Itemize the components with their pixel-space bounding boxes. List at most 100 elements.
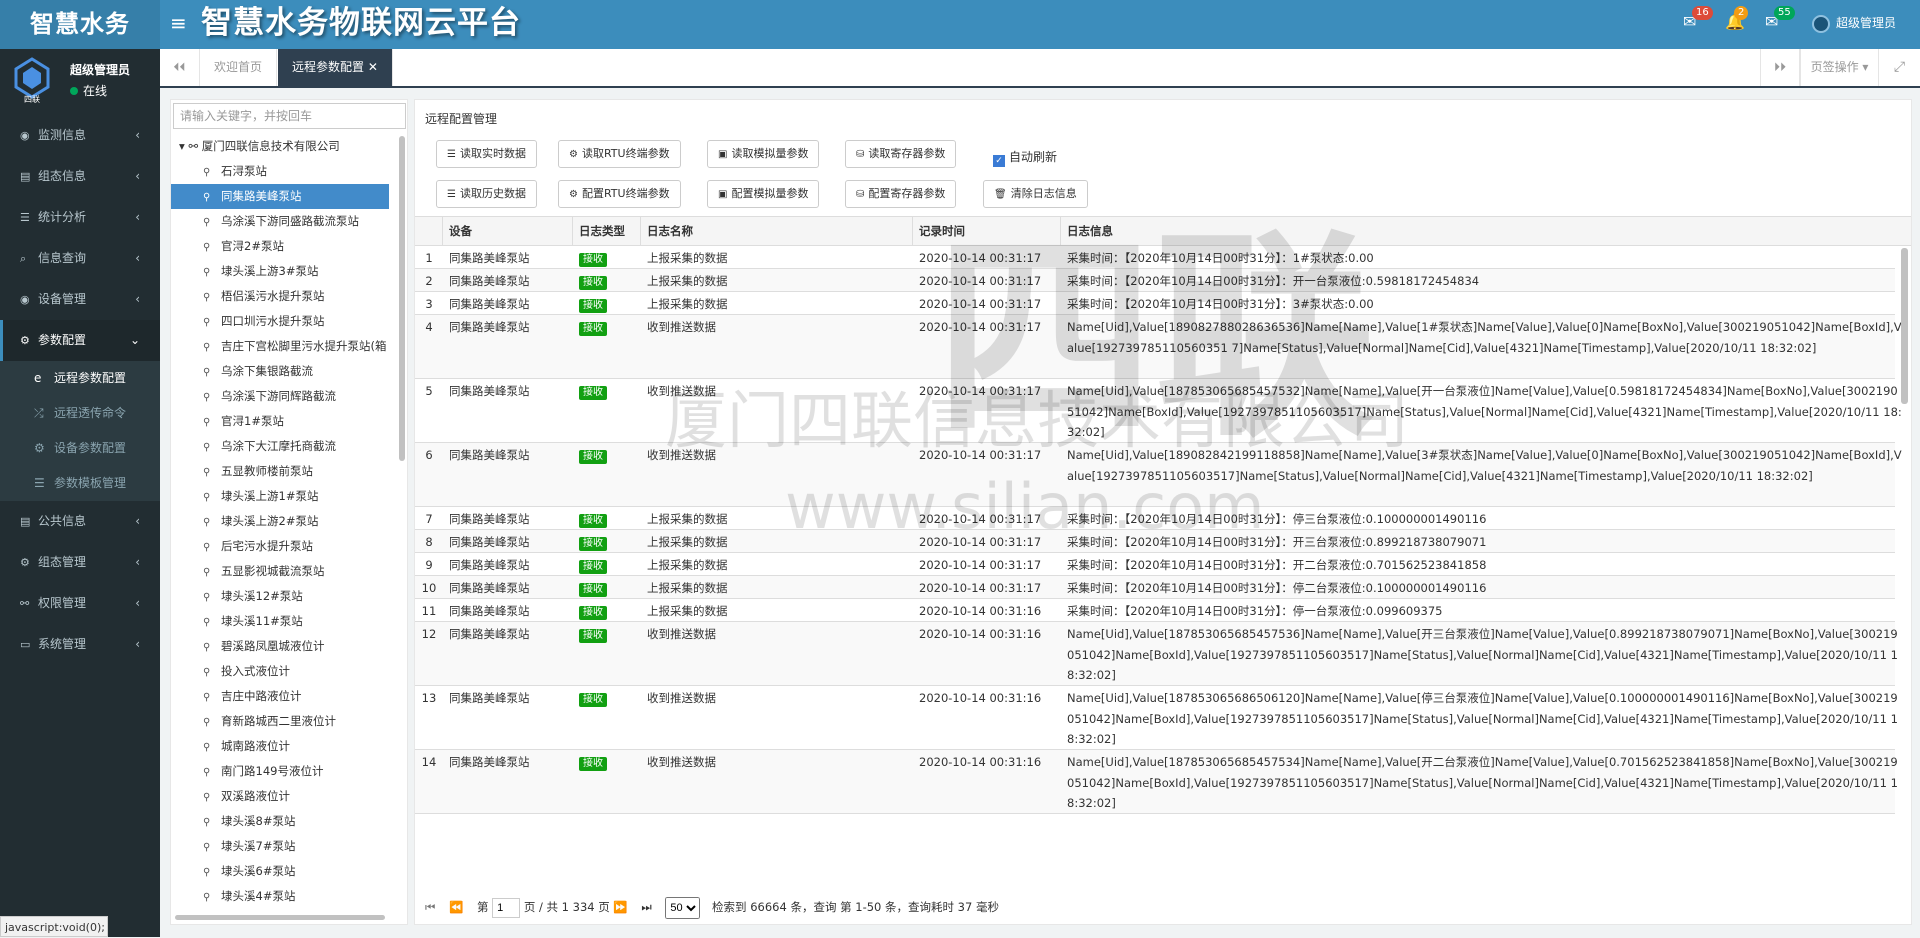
tree-leaf[interactable]: ⚲ 后宅污水提升泵站 bbox=[171, 534, 405, 559]
tree-root[interactable]: ▾ ⚯ 厦门四联信息技术有限公司 bbox=[171, 134, 405, 159]
tree-leaf[interactable]: ⚲ 同集路美峰泵站 bbox=[171, 184, 389, 209]
tree-leaf[interactable]: ⚲ 埭头溪上游1#泵站 bbox=[171, 484, 405, 509]
submenu-param-template[interactable]: ☰ 参数模板管理 bbox=[0, 466, 160, 501]
menu-statistics[interactable]: ☰ 统计分析 ‹ bbox=[0, 197, 160, 238]
tab-scroll-left-icon[interactable]: ⏴⏴ bbox=[160, 49, 200, 86]
tree-leaf[interactable]: ⚲ 埭头溪12#泵站 bbox=[171, 584, 405, 609]
tree-leaf[interactable]: ⚲ 双溪路液位计 bbox=[171, 784, 405, 809]
close-icon[interactable]: ✕ bbox=[368, 60, 378, 74]
collapse-icon[interactable]: ▾ bbox=[179, 139, 185, 153]
table-row[interactable]: 5 同集路美峰泵站 接收 收到推送数据 2020-10-14 00:31:17 Name[… bbox=[415, 379, 1902, 443]
header-record-time[interactable]: 记录时间 bbox=[913, 217, 1061, 245]
bell-icon[interactable]: 🔔 2 bbox=[1725, 6, 1749, 31]
tree-leaf[interactable]: ⚲ 石浔泵站 bbox=[171, 159, 405, 184]
tree-leaf[interactable]: ⚲ 官浔1#泵站 bbox=[171, 409, 405, 434]
fullscreen-icon[interactable]: ⤢ bbox=[1878, 49, 1920, 86]
submenu-device-param-config[interactable]: ⚙ 设备参数配置 bbox=[0, 431, 160, 466]
tree-leaf[interactable]: ⚲ 埭头溪8#泵站 bbox=[171, 809, 405, 834]
menu-device-management[interactable]: ◉ 设备管理 ‹ bbox=[0, 279, 160, 320]
tree-leaf-label: 吉庄下宫松脚里污水提升泵站(箱 bbox=[221, 339, 387, 353]
table-row[interactable]: 1 同集路美峰泵站 接收 上报采集的数据 2020-10-14 00:31:17 采集时间… bbox=[415, 246, 1895, 269]
prev-page-icon[interactable]: ⏪ bbox=[449, 892, 463, 922]
tree-leaf[interactable]: ⚲ 官浔2#泵站 bbox=[171, 234, 405, 259]
table-row[interactable]: 14 同集路美峰泵站 接收 收到推送数据 2020-10-14 00:31:16 Name… bbox=[415, 750, 1898, 814]
tree-leaf[interactable]: ⚲ 埭头溪4#泵站 bbox=[171, 884, 405, 909]
next-page-icon[interactable]: ⏩ bbox=[613, 892, 627, 922]
header-log-info[interactable]: 日志信息 bbox=[1061, 217, 1911, 245]
tab-remote-param-config[interactable]: 远程参数配置 ✕ bbox=[278, 49, 393, 86]
table-row[interactable]: 4 同集路美峰泵站 接收 收到推送数据 2020-10-14 00:31:17 Name[… bbox=[415, 315, 1902, 379]
tree-leaf[interactable]: ⚲ 乌涂下集银路截流 bbox=[171, 359, 405, 384]
last-page-icon[interactable]: ⏭ bbox=[641, 892, 651, 922]
tree-leaf[interactable]: ⚲ 埭头溪上游2#泵站 bbox=[171, 509, 405, 534]
cell-record-time: 2020-10-14 00:31:16 bbox=[919, 604, 1042, 618]
tree-horizontal-scrollbar[interactable] bbox=[175, 915, 385, 920]
page-ops-dropdown[interactable]: 页签操作 ▾ bbox=[1800, 49, 1878, 86]
sidebar-toggle-icon[interactable]: ≡ bbox=[170, 0, 187, 49]
tree-leaf[interactable]: ⚲ 四口圳污水提升泵站 bbox=[171, 309, 405, 334]
header-log-name[interactable]: 日志名称 bbox=[641, 217, 913, 245]
config-rtu-params-button[interactable]: ⚙ 配置RTU终端参数 bbox=[558, 180, 681, 208]
messages-icon[interactable]: ✉ 16 bbox=[1683, 6, 1713, 31]
menu-system-management[interactable]: ▭ 系统管理 ‹ bbox=[0, 624, 160, 665]
menu-parameter-config[interactable]: ⚙ 参数配置 ⌄ bbox=[0, 320, 160, 361]
table-row[interactable]: 11 同集路美峰泵站 接收 上报采集的数据 2020-10-14 00:31:16 采集时… bbox=[415, 599, 1895, 622]
tree-leaf[interactable]: ⚲ 乌涂溪下游同辉路截流 bbox=[171, 384, 405, 409]
tree-leaf[interactable]: ⚲ 碧溪路凤凰城液位计 bbox=[171, 634, 405, 659]
app-logo[interactable]: 智慧水务 bbox=[0, 0, 160, 49]
table-row[interactable]: 2 同集路美峰泵站 接收 上报采集的数据 2020-10-14 00:31:17 采集时间… bbox=[415, 269, 1895, 292]
menu-monitoring[interactable]: ◉ 监测信息 ‹ bbox=[0, 115, 160, 156]
tree-leaf[interactable]: ⚲ 五显教师楼前泵站 bbox=[171, 459, 405, 484]
user-menu[interactable]: 超级管理员 bbox=[1812, 14, 1896, 33]
table-scrollbar[interactable] bbox=[1901, 248, 1908, 404]
tree-leaf[interactable]: ⚲ 乌涂溪下游同盛路截流泵站 bbox=[171, 209, 405, 234]
table-row[interactable]: 6 同集路美峰泵站 接收 收到推送数据 2020-10-14 00:31:17 Name[… bbox=[415, 443, 1902, 507]
first-page-icon[interactable]: ⏮ bbox=[425, 892, 435, 922]
tree-leaf[interactable]: ⚲ 吉庄中路液位计 bbox=[171, 684, 405, 709]
auto-refresh-checkbox[interactable]: ✓ 自动刷新 bbox=[993, 148, 1057, 167]
page-size-select[interactable]: 50 bbox=[665, 897, 701, 919]
tree-scrollbar[interactable] bbox=[399, 136, 405, 461]
table-row[interactable]: 13 同集路美峰泵站 接收 收到推送数据 2020-10-14 00:31:16 Name… bbox=[415, 686, 1898, 750]
table-row[interactable]: 3 同集路美峰泵站 接收 上报采集的数据 2020-10-14 00:31:17 采集时间… bbox=[415, 292, 1895, 315]
read-history-button[interactable]: ☰ 读取历史数据 bbox=[436, 180, 537, 208]
header-device[interactable]: 设备 bbox=[443, 217, 573, 245]
tree-leaf[interactable]: ⚲ 埭头溪6#泵站 bbox=[171, 859, 405, 884]
submenu-remote-passthrough[interactable]: ⤮ 远程透传命令 bbox=[0, 396, 160, 431]
table-row[interactable]: 10 同集路美峰泵站 接收 上报采集的数据 2020-10-14 00:31:17 采集时… bbox=[415, 576, 1895, 599]
menu-permissions[interactable]: ⚯ 权限管理 ‹ bbox=[0, 583, 160, 624]
menu-configuration-info[interactable]: ▤ 组态信息 ‹ bbox=[0, 156, 160, 197]
menu-query[interactable]: ⌕ 信息查询 ‹ bbox=[0, 238, 160, 279]
tab-home[interactable]: 欢迎首页 bbox=[200, 49, 278, 86]
tree-leaf[interactable]: ⚲ 埭头溪7#泵站 bbox=[171, 834, 405, 859]
tree-search-input[interactable]: 请输入关键字，并按回车 bbox=[173, 103, 406, 129]
read-register-params-button[interactable]: ⛁ 读取寄存器参数 bbox=[845, 140, 957, 168]
table-row[interactable]: 9 同集路美峰泵站 接收 上报采集的数据 2020-10-14 00:31:17 采集时间… bbox=[415, 553, 1895, 576]
tree-leaf[interactable]: ⚲ 五显影视城截流泵站 bbox=[171, 559, 405, 584]
tree-leaf[interactable]: ⚲ 城南路液位计 bbox=[171, 734, 405, 759]
tree-leaf[interactable]: ⚲ 吉庄下宫松脚里污水提升泵站(箱 bbox=[171, 334, 405, 359]
header-log-type[interactable]: 日志类型 bbox=[573, 217, 641, 245]
tasks-icon[interactable]: ✉ 55 bbox=[1765, 6, 1795, 31]
menu-public-info[interactable]: ▤ 公共信息 ‹ bbox=[0, 501, 160, 542]
table-row[interactable]: 12 同集路美峰泵站 接收 收到推送数据 2020-10-14 00:31:16 Name… bbox=[415, 622, 1898, 686]
table-row[interactable]: 7 同集路美峰泵站 接收 上报采集的数据 2020-10-14 00:31:17 采集时间… bbox=[415, 507, 1895, 530]
read-analog-params-button[interactable]: ▣ 读取模拟量参数 bbox=[707, 140, 820, 168]
read-realtime-button[interactable]: ☰ 读取实时数据 bbox=[436, 140, 537, 168]
tree-leaf[interactable]: ⚲ 梧侣溪污水提升泵站 bbox=[171, 284, 405, 309]
tree-leaf[interactable]: ⚲ 乌涂下大江摩托商截流 bbox=[171, 434, 405, 459]
submenu-remote-param-config[interactable]: e 远程参数配置 bbox=[0, 361, 160, 396]
tab-scroll-right-icon[interactable]: ⏵⏵ bbox=[1760, 49, 1800, 86]
table-row[interactable]: 8 同集路美峰泵站 接收 上报采集的数据 2020-10-14 00:31:17 采集时间… bbox=[415, 530, 1895, 553]
config-analog-params-button[interactable]: ▣ 配置模拟量参数 bbox=[707, 180, 820, 208]
tree-leaf[interactable]: ⚲ 埭头溪上游3#泵站 bbox=[171, 259, 405, 284]
read-rtu-params-button[interactable]: ⚙ 读取RTU终端参数 bbox=[558, 140, 681, 168]
menu-configuration-management[interactable]: ⚙ 组态管理 ‹ bbox=[0, 542, 160, 583]
config-register-params-button[interactable]: ⛁ 配置寄存器参数 bbox=[845, 180, 957, 208]
tree-leaf[interactable]: ⚲ 南门路149号液位计 bbox=[171, 759, 405, 784]
page-number-input[interactable] bbox=[492, 898, 521, 918]
clear-log-button[interactable]: 🗑 清除日志信息 bbox=[983, 180, 1088, 208]
tree-leaf[interactable]: ⚲ 投入式液位计 bbox=[171, 659, 405, 684]
tree-leaf[interactable]: ⚲ 育新路城西二里液位计 bbox=[171, 709, 405, 734]
tree-leaf[interactable]: ⚲ 埭头溪11#泵站 bbox=[171, 609, 405, 634]
